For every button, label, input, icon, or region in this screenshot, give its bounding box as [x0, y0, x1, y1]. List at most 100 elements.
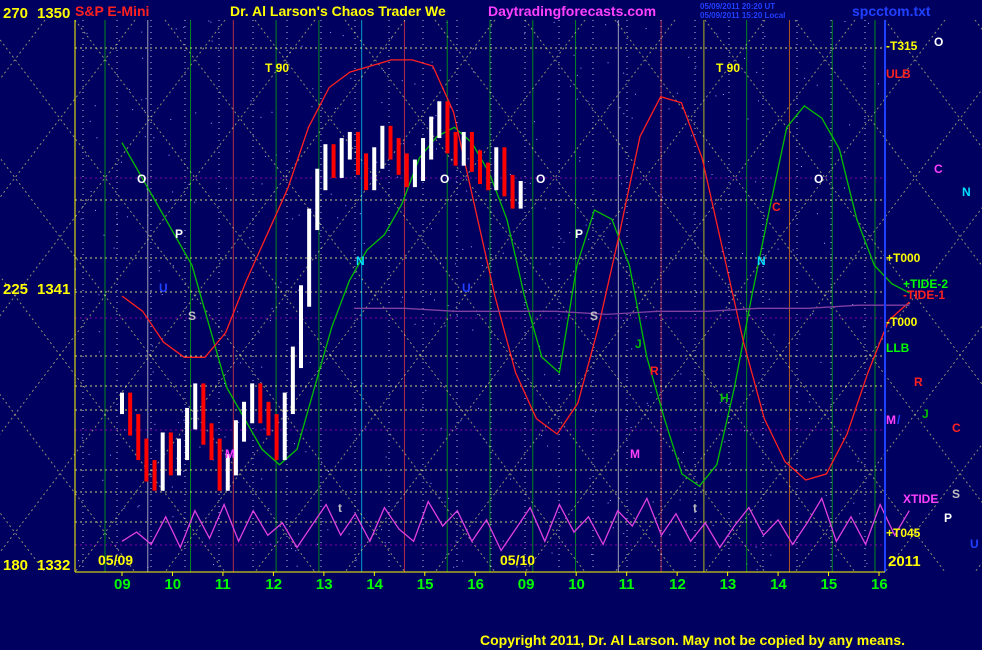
star-dot [820, 361, 822, 363]
planet-label: S [952, 487, 960, 501]
star-dot [435, 115, 437, 117]
star-dot [864, 118, 866, 120]
star-dot [350, 77, 352, 79]
chart-marker: P [575, 227, 583, 241]
star-dot [296, 565, 298, 567]
chart-marker: P [175, 227, 183, 241]
star-dot [238, 421, 240, 423]
star-dot [172, 265, 174, 267]
chart-marker: O [137, 172, 146, 186]
star-dot [487, 248, 489, 250]
star-dot [453, 566, 455, 568]
star-dot [363, 242, 365, 244]
star-dot [171, 486, 173, 488]
star-dot [594, 411, 596, 413]
star-dot [455, 263, 457, 265]
star-dot [298, 533, 300, 535]
star-dot [844, 21, 846, 23]
star-dot [444, 325, 446, 327]
star-dot [440, 427, 442, 429]
star-dot [603, 236, 605, 238]
star-dot [98, 351, 100, 353]
star-dot [816, 84, 818, 86]
price-bar [250, 383, 255, 424]
price-bar [274, 414, 279, 461]
star-dot [799, 333, 801, 335]
star-dot [85, 155, 87, 157]
x-tick-label: 11 [215, 576, 231, 593]
star-dot [261, 183, 263, 185]
star-dot [96, 137, 98, 139]
price-bar [258, 383, 263, 424]
star-dot [853, 356, 855, 358]
star-dot [715, 95, 717, 97]
star-dot [265, 155, 267, 157]
star-dot [512, 520, 514, 522]
star-dot [158, 270, 160, 272]
star-dot [342, 35, 344, 37]
star-dot [862, 326, 864, 328]
star-dot [259, 541, 261, 543]
star-dot [80, 218, 82, 220]
star-dot [126, 216, 128, 218]
price-bar [168, 432, 173, 476]
star-dot [439, 496, 441, 498]
star-dot [634, 93, 636, 95]
star-dot [576, 98, 578, 100]
star-dot [109, 454, 111, 456]
star-dot [619, 107, 621, 109]
star-dot [261, 366, 263, 368]
star-dot [183, 470, 185, 472]
star-dot [298, 214, 300, 216]
chart-marker: U [159, 281, 168, 295]
star-dot [447, 497, 449, 499]
star-dot [580, 67, 582, 69]
star-dot [153, 137, 155, 139]
star-dot [390, 37, 392, 39]
star-dot [607, 502, 609, 504]
star-dot [800, 165, 802, 167]
star-dot [523, 304, 525, 306]
x-tick-label: 13 [720, 576, 737, 593]
star-dot [288, 150, 290, 152]
star-dot [866, 562, 868, 564]
planet-label: / [897, 413, 901, 427]
price-bar [152, 460, 157, 491]
star-dot [676, 92, 678, 94]
star-dot [646, 402, 648, 404]
star-dot [579, 156, 581, 158]
star-dot [536, 138, 538, 140]
star-dot [301, 45, 303, 47]
star-dot [382, 69, 384, 71]
star-dot [662, 196, 664, 198]
star-dot [376, 161, 378, 163]
star-dot [744, 430, 746, 432]
star-dot [478, 407, 480, 409]
star-dot [123, 507, 125, 509]
star-dot [512, 49, 514, 51]
star-dot [470, 246, 472, 248]
star-dot [401, 80, 403, 82]
star-dot [700, 426, 702, 428]
star-dot [551, 552, 553, 554]
star-dot [311, 106, 313, 108]
star-dot [573, 54, 575, 56]
right-label: -T000 [886, 315, 918, 329]
star-dot [689, 380, 691, 382]
x-tick-labels: 09 10 11 12 13 14 15 16 09 10 11 12 13 14 15 16 [114, 572, 888, 593]
star-dot [355, 559, 357, 561]
star-dot [327, 529, 329, 531]
price-bar [160, 432, 165, 491]
star-dot [804, 77, 806, 79]
chart-marker: O [536, 172, 545, 186]
star-dot [608, 105, 610, 107]
price-bar [429, 116, 434, 160]
star-dot [588, 238, 590, 240]
star-dot [422, 406, 424, 408]
star-dot [623, 72, 625, 74]
x-tick-label: 15 [821, 576, 838, 593]
date-label-1: 05/09 [98, 552, 133, 568]
star-dot [429, 293, 431, 295]
star-dot [397, 176, 399, 178]
star-dot [550, 278, 552, 280]
